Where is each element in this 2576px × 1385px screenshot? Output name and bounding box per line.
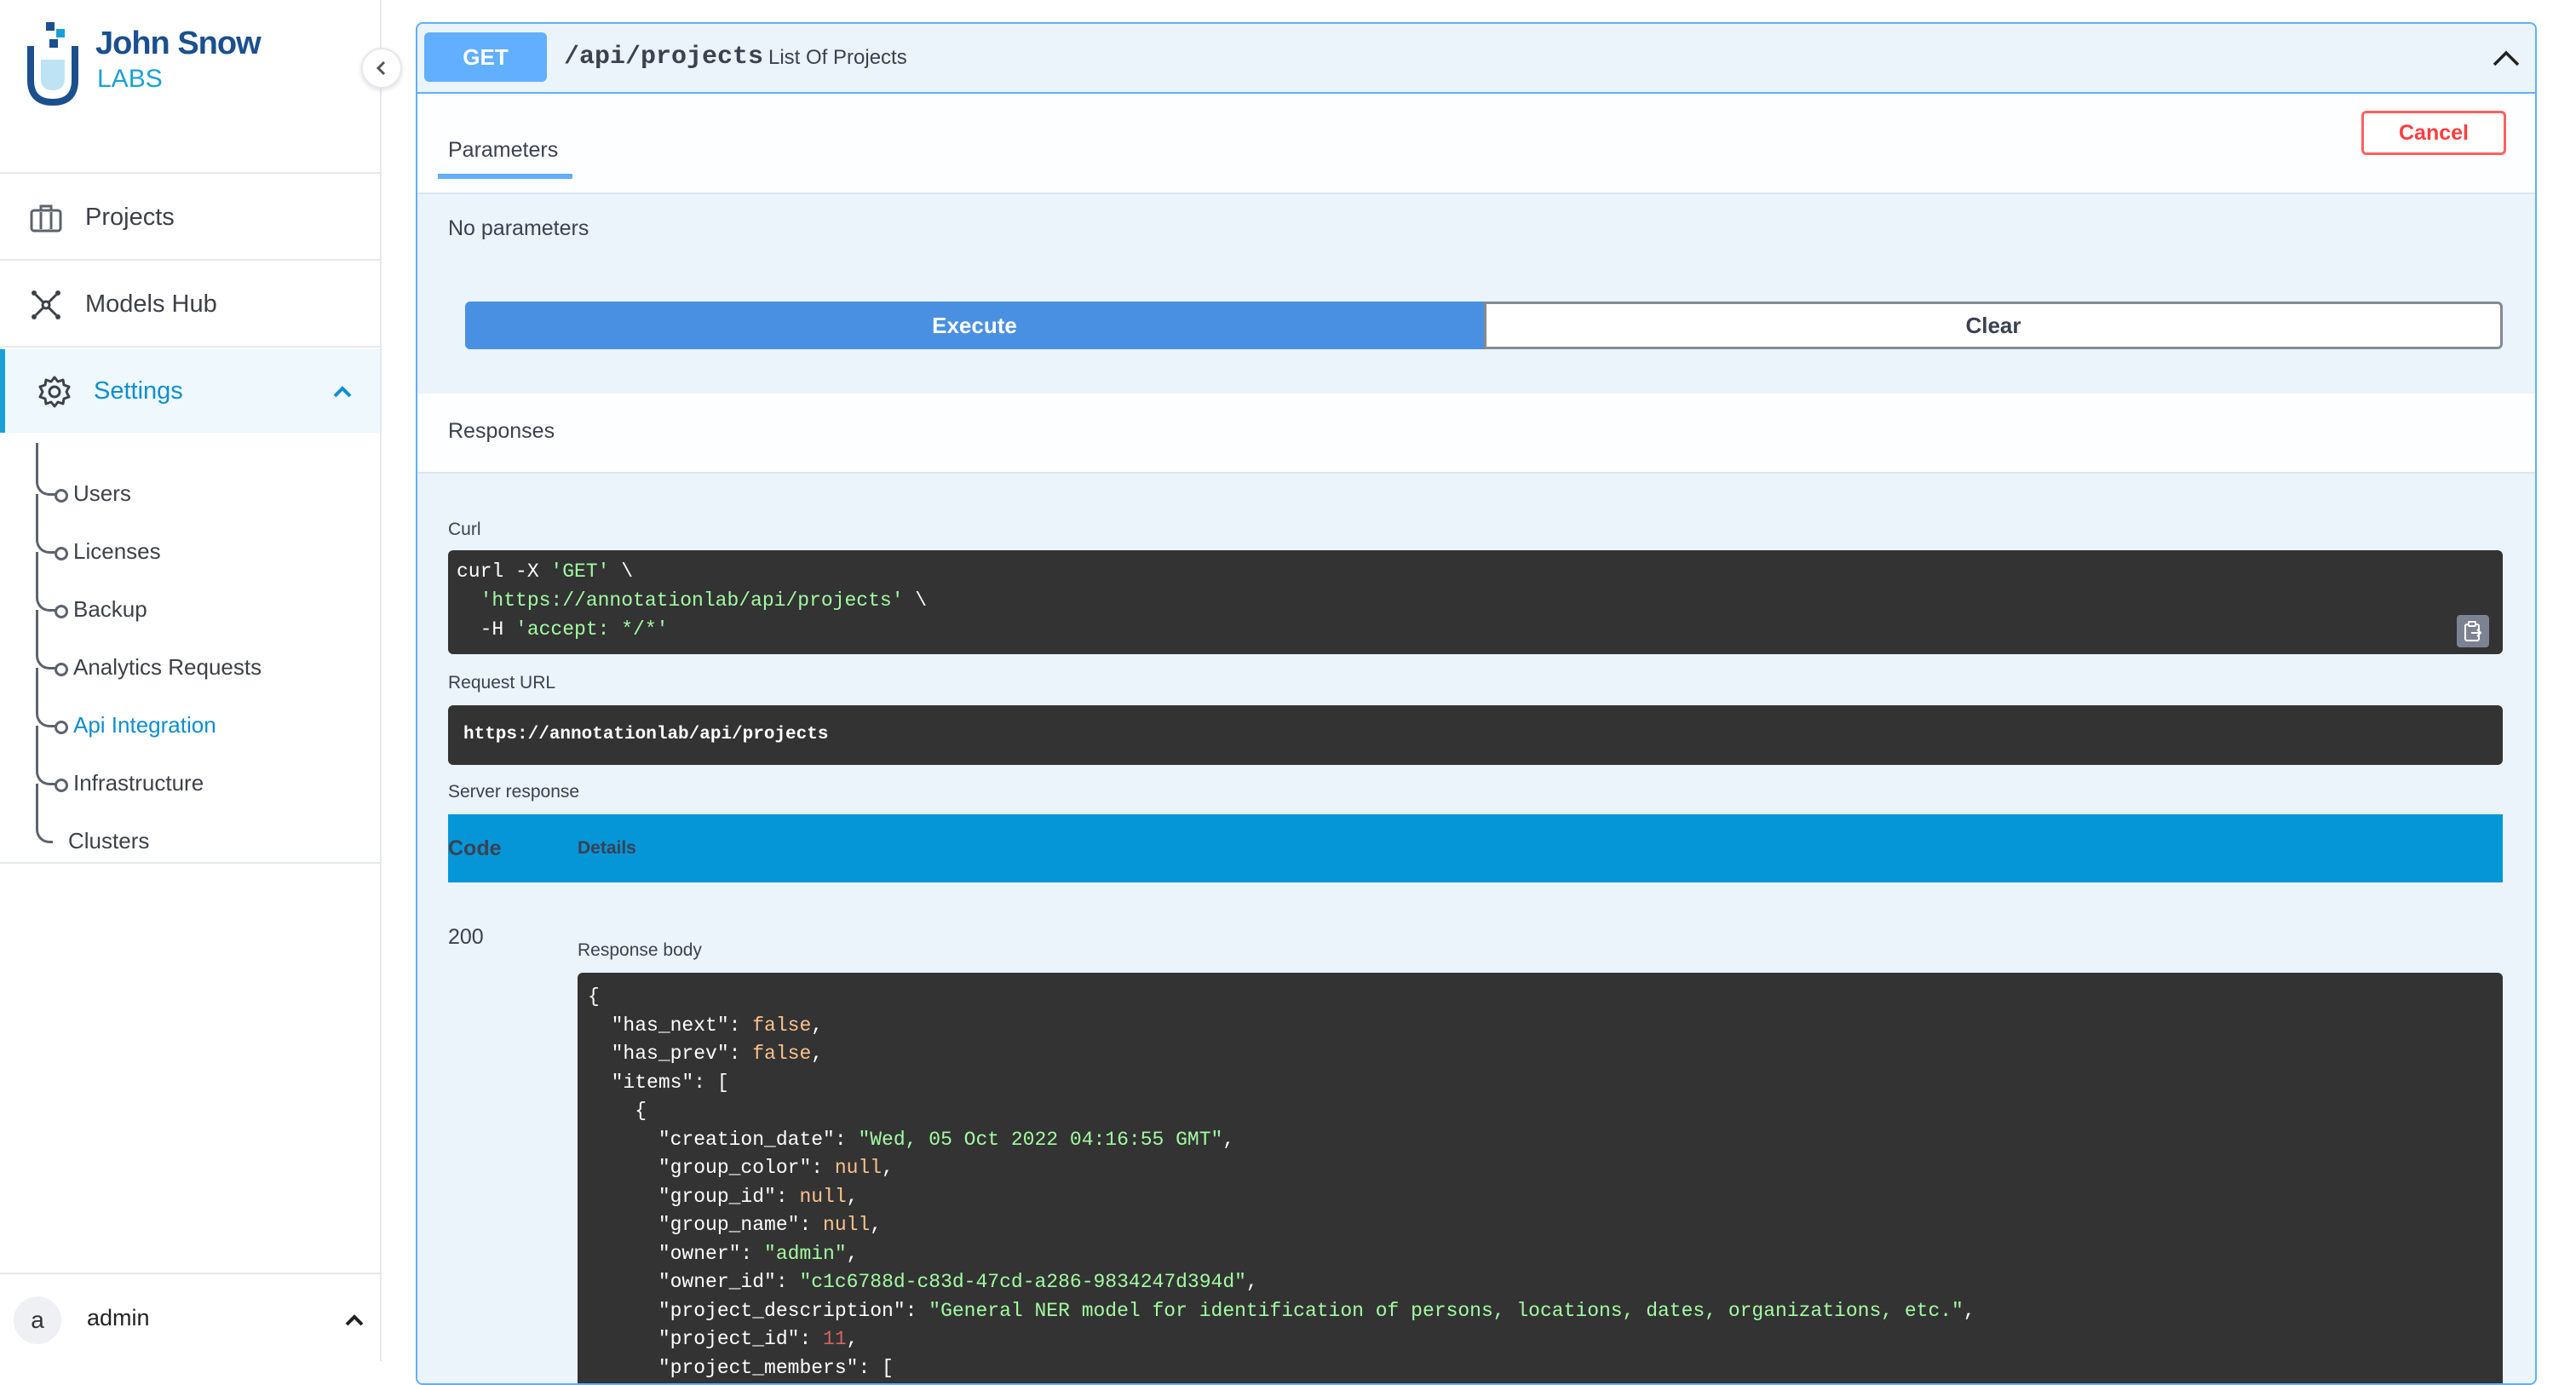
responses-title: Responses [448,419,555,443]
curl-line-2: 'https://annotationlab/api/projects' \ [457,589,928,612]
responses-header: Responses [417,394,2535,474]
json-value: 11 [823,1328,847,1350]
json-value: false [752,1043,812,1065]
server-response-label: Server response [448,782,580,802]
tree-connector [36,443,58,496]
divider [0,259,382,261]
column-details: Details [578,838,636,858]
no-parameters-text: No parameters [448,216,589,240]
main-content: GET /api/projects List Of Projects Param… [382,0,2576,1385]
network-icon [32,290,60,319]
column-code: Code [448,836,502,860]
cancel-button[interactable]: Cancel [2361,111,2506,155]
tree-connector [36,726,58,785]
response-body[interactable]: { "has_next": false, "has_prev": false, … [578,973,2503,1383]
curl-header: 'accept: */*' [515,618,669,641]
brand-name: John Snow [95,26,262,61]
parameters-header: Parameters Cancel [417,94,2535,194]
curl-continuation: \ [903,589,928,612]
submenu-infrastructure[interactable]: Infrastructure [34,726,375,811]
json-value: "c1c6788d-c83d-47cd-a286-9834247d394d" [799,1271,1246,1293]
jsl-logo-icon [27,22,78,106]
nav-projects[interactable]: Projects [0,175,380,259]
tree-connector [36,552,58,612]
avatar[interactable]: a [14,1296,61,1344]
chevron-up-icon[interactable] [2489,44,2523,72]
execute-button-group: Execute Clear [465,302,2503,349]
tree-connector [36,494,58,554]
divider [0,346,382,348]
briefcase-icon [30,204,62,233]
submenu-backup[interactable]: Backup [34,552,375,637]
curl-code[interactable]: curl -X 'GET' \ 'https://annotationlab/a… [448,550,2503,654]
nav-settings-label: Settings [94,376,183,405]
opblock-summary[interactable]: GET /api/projects List Of Projects [417,24,2535,94]
json-value: null [799,1185,847,1208]
chevron-left-icon [376,60,386,76]
request-url-label: Request URL [448,673,556,692]
curl-method: 'GET' [550,560,610,583]
json-value: false [752,1014,812,1037]
clipboard-icon [2464,621,2482,641]
execute-button[interactable]: Execute [465,302,1484,349]
nav-settings[interactable]: Settings [0,349,380,433]
tree-connector [36,784,53,843]
chevron-up-icon[interactable] [342,1308,366,1332]
tree-dot [55,779,68,792]
nav-models-hub[interactable]: Models Hub [0,262,380,346]
opblock-get: GET /api/projects List Of Projects Param… [416,22,2537,1385]
nav-models-hub-label: Models Hub [85,290,217,318]
json-value: null [834,1157,883,1179]
response-status-code: 200 [448,925,484,949]
submenu-clusters-label: Clusters [68,828,150,853]
settings-submenu: Users Licenses Backup Analytics Requests… [34,434,375,853]
tree-connector [36,668,58,727]
curl-continuation: \ [609,560,634,583]
clear-button[interactable]: Clear [1484,302,2503,349]
endpoint-description: List Of Projects [768,46,907,69]
method-badge: GET [424,32,547,82]
curl-header-flag: -H [457,618,516,641]
submenu-licenses-label: Licenses [73,538,161,564]
submenu-clusters[interactable]: Clusters [34,784,375,869]
json-value: "Wed, 05 Oct 2022 04:16:55 GMT" [858,1128,1223,1151]
user-name: admin [87,1305,150,1330]
curl-url: 'https://annotationlab/api/projects' [480,589,904,612]
endpoint-path: /api/projects [564,43,764,72]
tab-parameters[interactable]: Parameters [448,138,558,163]
submenu-users[interactable]: Users [34,443,375,521]
json-value: "General NER model for identification of… [929,1299,1964,1322]
submenu-users-label: Users [73,480,131,506]
brand-logo[interactable]: John Snow LABS [27,20,283,106]
responses-table-header: Code Details [448,814,2503,882]
curl-line-1: curl -X 'GET' \ [457,560,633,583]
submenu-api-integration-label: Api Integration [73,712,216,738]
chevron-up-icon[interactable] [331,380,354,404]
submenu-analytics-requests-label: Analytics Requests [73,654,262,680]
json-value: "admin" [764,1242,847,1265]
tree-connector [36,610,58,670]
submenu-analytics-requests[interactable]: Analytics Requests [34,610,375,695]
curl-label: Curl [448,520,481,539]
nav-projects-label: Projects [85,203,175,231]
curl-line-3: -H 'accept: */*' [457,618,669,641]
response-body-label: Response body [578,940,702,960]
tab-underline [438,174,572,179]
json-value: null [823,1214,871,1236]
divider [0,862,382,864]
submenu-backup-label: Backup [73,596,147,622]
curl-cmd: curl -X [457,560,551,583]
divider [0,172,382,174]
request-url: https://annotationlab/api/projects [448,705,2503,765]
sidebar: John Snow LABS Projects Models Hub Setti… [0,0,382,1361]
copy-to-clipboard-button[interactable] [2457,615,2489,647]
submenu-infrastructure-label: Infrastructure [73,770,204,796]
collapse-sidebar-button[interactable] [361,48,402,89]
submenu-licenses[interactable]: Licenses [34,494,375,579]
submenu-api-integration[interactable]: Api Integration [34,668,375,753]
user-menu[interactable]: a admin [0,1273,380,1361]
brand-sub: LABS [97,65,163,93]
gear-icon [38,376,71,408]
